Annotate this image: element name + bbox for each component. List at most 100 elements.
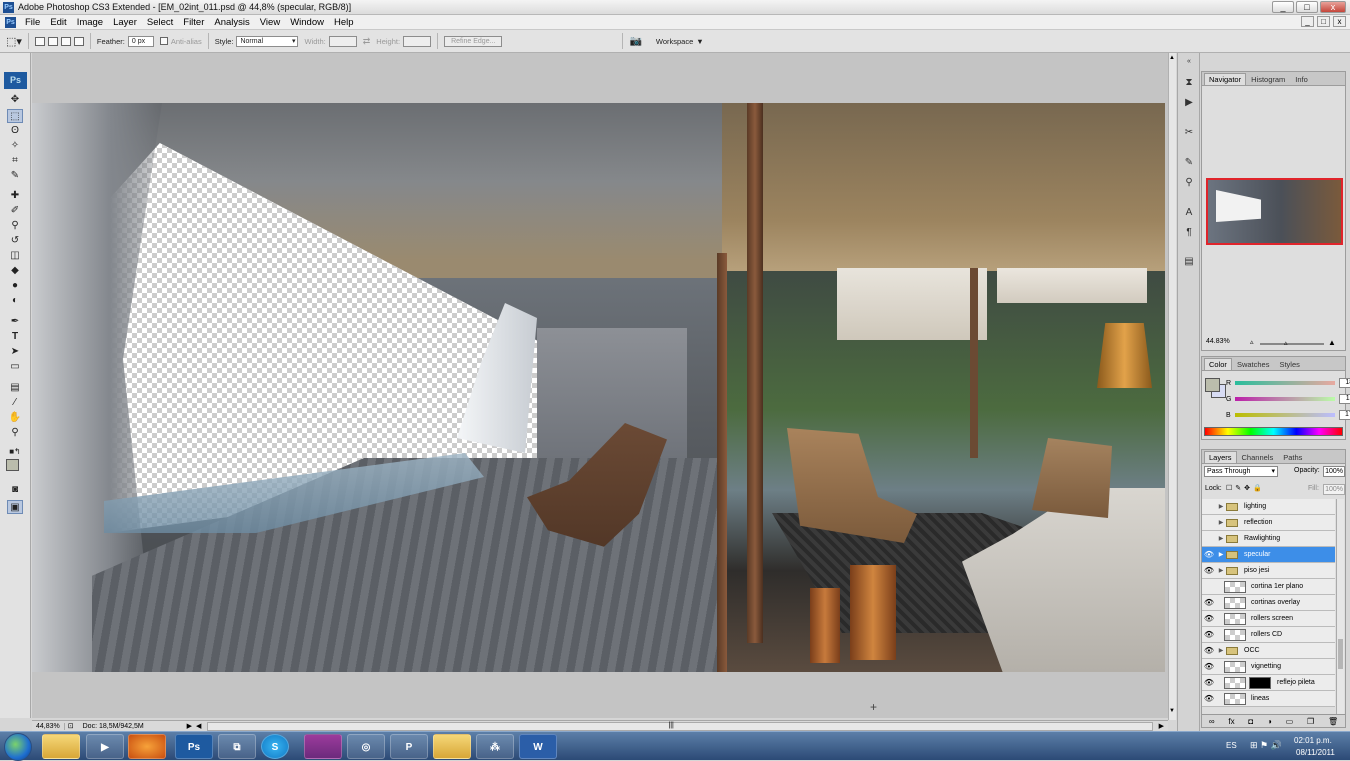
eraser-tool-icon[interactable]: ◫ [7, 249, 23, 263]
eye-icon[interactable]: 👁 [1202, 678, 1216, 687]
doc-restore-button[interactable]: □ [1317, 16, 1330, 27]
tab-paths[interactable]: Paths [1278, 451, 1307, 463]
layer-row[interactable]: 👁 reflejo pileta [1202, 675, 1335, 691]
swap-colors-icon[interactable]: ■↰ [7, 445, 23, 459]
zoom-in-icon[interactable]: ▲ [1328, 338, 1336, 347]
feather-input[interactable]: 0 px [127, 35, 154, 47]
photoshop-logo[interactable]: Ps [4, 72, 27, 89]
media-player-icon[interactable]: ▶ [86, 734, 124, 759]
crop-tool-icon[interactable]: ⌗ [7, 154, 23, 168]
eyedropper-tool-icon[interactable]: ⁄ [7, 396, 23, 410]
eye-icon[interactable]: 👁 [1202, 614, 1216, 623]
blue-value-input[interactable]: 172 [1338, 410, 1350, 420]
layer-row[interactable]: 👁 ▶ OCC [1202, 643, 1335, 659]
expand-arrow-icon[interactable]: ▶ [1216, 567, 1226, 574]
zoom-tool-icon[interactable]: ⚲ [7, 426, 23, 440]
anti-alias-checkbox[interactable] [159, 37, 168, 45]
foreground-color-swatch[interactable] [6, 459, 19, 471]
layer-comps-icon[interactable]: ▤ [1181, 255, 1197, 269]
layer-row[interactable]: ▶ lighting [1202, 499, 1335, 515]
type-tool-icon[interactable]: T [7, 330, 23, 344]
zoom-slider-thumb[interactable]: ▵ [1284, 339, 1288, 347]
rectangular-marquee-tool-icon[interactable]: ⬚ [7, 109, 23, 123]
character-icon[interactable]: A [1181, 206, 1197, 220]
menu-edit[interactable]: Edit [45, 17, 71, 28]
pen-tool-icon[interactable]: ✒ [7, 315, 23, 329]
px-app-icon[interactable]: P [390, 734, 428, 759]
blue-slider[interactable] [1234, 413, 1335, 417]
marquee-tool-preset-icon[interactable]: ⬚▾ [6, 35, 22, 48]
zoom-out-icon[interactable]: ▵ [1250, 338, 1254, 346]
blend-mode-select[interactable]: Pass Through ▾ [1204, 466, 1278, 477]
style-select[interactable]: Normal ▾ [236, 35, 299, 47]
menu-view[interactable]: View [255, 17, 285, 28]
scroll-up-icon[interactable]: ▲ [1169, 55, 1175, 61]
layer-style-icon[interactable]: fx [1228, 717, 1234, 726]
expand-arrow-icon[interactable]: ▶ [1216, 503, 1226, 510]
photoshop-taskbar-button[interactable]: Ps [175, 734, 213, 759]
paragraph-icon[interactable]: ¶ [1181, 226, 1197, 240]
maximize-button[interactable]: □ [1296, 1, 1318, 13]
subtract-selection-icon[interactable] [60, 36, 71, 46]
slice-tool-icon[interactable]: ✎ [7, 169, 23, 183]
eye-icon[interactable]: 👁 [1202, 630, 1216, 639]
navigator-zoom-value[interactable]: 44.83% [1206, 338, 1230, 345]
width-input[interactable] [328, 35, 357, 47]
layer-row[interactable]: ▶ Rawlighting [1202, 531, 1335, 547]
menu-window[interactable]: Window [285, 17, 329, 28]
tab-histogram[interactable]: Histogram [1246, 73, 1290, 85]
zoom-field[interactable]: 44,83% [32, 722, 65, 730]
red-value-input[interactable]: 187 [1339, 378, 1350, 388]
history-brush-tool-icon[interactable]: ↺ [7, 234, 23, 248]
winrar-icon[interactable] [304, 734, 342, 759]
eye-icon[interactable]: 👁 [1202, 566, 1216, 575]
shape-tool-icon[interactable]: ▭ [7, 360, 23, 374]
layer-row[interactable]: cortina 1er plano [1202, 579, 1335, 595]
scroll-right-icon[interactable]: ▶ [1159, 722, 1164, 730]
hand-tool-icon[interactable]: ✋ [7, 411, 23, 425]
sketchup-icon[interactable]: ⧉ [218, 734, 256, 759]
opacity-input[interactable]: 100% [1323, 466, 1345, 477]
quick-mask-icon[interactable]: ◙ [7, 483, 23, 497]
menu-layer[interactable]: Layer [108, 17, 142, 28]
blur-tool-icon[interactable]: ● [7, 279, 23, 293]
healing-brush-tool-icon[interactable]: ✚ [7, 189, 23, 203]
link-layers-icon[interactable]: ∞ [1209, 717, 1215, 726]
green-value-input[interactable]: 189 [1339, 394, 1350, 404]
camera-icon[interactable]: 📷 [629, 36, 641, 47]
brush-tool-icon[interactable]: ✐ [7, 204, 23, 218]
red-slider[interactable] [1235, 381, 1336, 385]
tray-icons[interactable]: ⊞ ⚑ 🔊 [1250, 740, 1282, 751]
lasso-tool-icon[interactable]: ʘ [7, 124, 23, 138]
layer-mask-thumbnail[interactable] [1249, 676, 1271, 689]
zoom-slider[interactable] [1260, 343, 1324, 345]
scroll-down-icon[interactable]: ▼ [1169, 708, 1175, 714]
menu-select[interactable]: Select [142, 17, 178, 28]
clone-stamp-tool-icon[interactable]: ⚲ [7, 219, 23, 233]
navigator-thumbnail[interactable] [1206, 178, 1343, 245]
layer-row-active[interactable]: 👁 ▶ specular [1202, 547, 1335, 563]
explorer-icon[interactable] [42, 734, 80, 759]
new-selection-icon[interactable] [34, 36, 45, 46]
doc-close-button[interactable]: x [1333, 16, 1346, 27]
refine-edge-button[interactable]: Refine Edge... [444, 35, 503, 47]
clock-date[interactable]: 08/11/2011 [1296, 748, 1335, 757]
status-menu-arrow-icon[interactable]: ▶ [187, 722, 192, 730]
horizontal-scrollbar[interactable]: ||| [207, 721, 1153, 731]
green-slider[interactable] [1235, 397, 1336, 401]
menu-analysis[interactable]: Analysis [209, 17, 254, 28]
brushes-icon[interactable]: ✎ [1181, 156, 1197, 170]
adjustment-layer-icon[interactable]: ◑ [1267, 717, 1272, 726]
tab-swatches[interactable]: Swatches [1232, 358, 1275, 370]
layers-scrollbar[interactable] [1336, 499, 1344, 715]
eye-icon[interactable]: 👁 [1202, 694, 1216, 703]
scroll-thumb[interactable] [1338, 639, 1343, 669]
scroll-thumb-grip-icon[interactable]: ||| [668, 722, 673, 729]
delete-layer-icon[interactable]: 🗑 [1328, 717, 1338, 726]
eye-icon[interactable]: 👁 [1202, 550, 1216, 559]
expand-arrow-icon[interactable]: ▶ [1216, 647, 1226, 654]
firefox-icon[interactable] [128, 734, 166, 759]
layer-row[interactable]: 👁 lineas [1202, 691, 1335, 707]
doc-minimize-button[interactable]: _ [1301, 16, 1314, 27]
dodge-tool-icon[interactable]: ◐ [7, 294, 23, 308]
